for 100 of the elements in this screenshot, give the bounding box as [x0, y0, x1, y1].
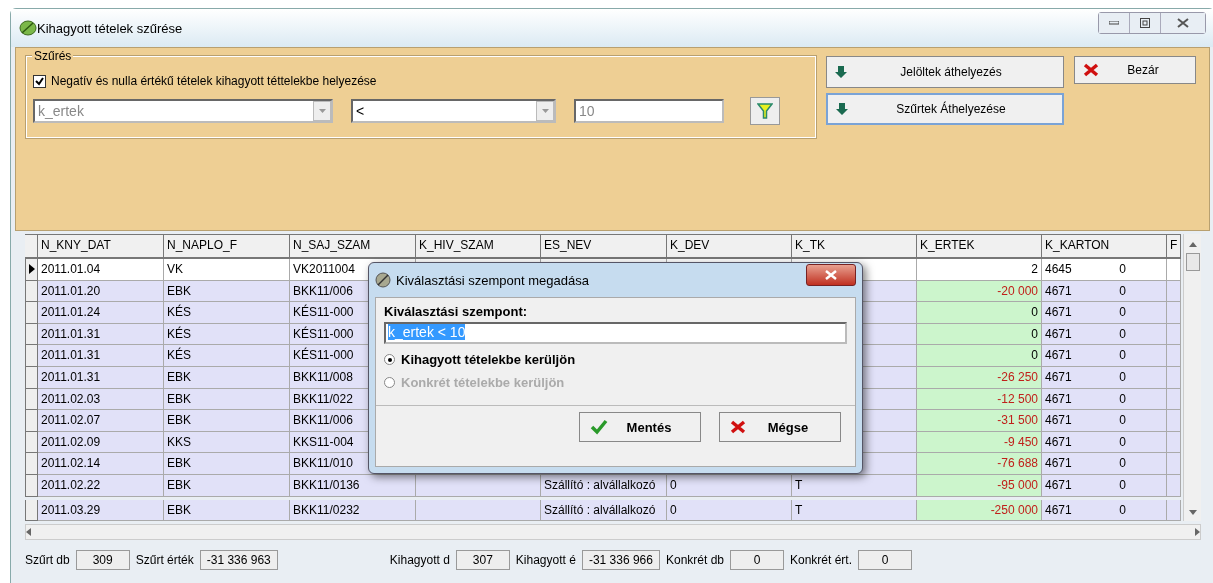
karton-count: 0: [1119, 348, 1126, 363]
table-cell: 2011.01.31: [38, 323, 164, 346]
table-cell: KÉS: [164, 323, 290, 346]
karton-number: 4671: [1045, 413, 1072, 428]
minimize-icon: [1109, 21, 1119, 25]
close-button[interactable]: [1161, 13, 1205, 33]
row-pointer-icon: [28, 264, 35, 275]
karton-number: 4671: [1045, 348, 1072, 363]
move-button[interactable]: Jelöltek áthelyezés: [826, 56, 1064, 88]
scroll-right-icon: [1195, 528, 1200, 537]
column-header[interactable]: K_ERTEK: [917, 234, 1042, 259]
table-cell: 0: [667, 474, 792, 497]
status-label: Kihagyott é: [515, 553, 576, 568]
table-cell: -31 500: [917, 410, 1042, 432]
table-cell: 2011.02.14: [38, 453, 164, 475]
column-header[interactable]: K_TK: [792, 234, 917, 259]
row-indicator-header: [25, 234, 38, 259]
table-cell: EBK: [164, 410, 290, 432]
table-cell: BKK11/0136: [290, 474, 416, 497]
table-cell: EBK: [164, 280, 290, 303]
maximize-button[interactable]: [1130, 13, 1161, 33]
karton-count: 0: [1119, 477, 1126, 493]
karton-number: 4645: [1045, 262, 1072, 277]
close-icon: [1177, 18, 1189, 28]
column-header[interactable]: ES_NEV: [541, 234, 667, 259]
status-label: Szűrt érték: [135, 553, 194, 568]
status-label: Kihagyott d: [389, 553, 450, 568]
down-arrow-icon: [836, 103, 848, 115]
column-header[interactable]: K_KARTON: [1042, 234, 1167, 259]
close-icon: [730, 420, 746, 434]
column-header[interactable]: N_NAPLO_F: [164, 234, 290, 259]
karton-number: 4671: [1045, 477, 1072, 493]
scrollbar-thumb[interactable]: [1185, 253, 1200, 271]
status-label: Szűrt db: [25, 553, 70, 568]
filter-icon: [757, 103, 773, 119]
karton-count: 0: [1119, 326, 1126, 342]
status-label: Konkrét ért.: [790, 553, 853, 568]
karton-number: 4671: [1045, 434, 1072, 450]
table-cell: 2011.01.20: [38, 280, 164, 303]
karton-count: 0: [1119, 262, 1126, 277]
table-cell: T: [792, 499, 917, 522]
close-button[interactable]: [806, 264, 856, 286]
status-value: 0: [858, 550, 913, 571]
table-cell: 2: [917, 259, 1042, 281]
karton-number: 4671: [1045, 456, 1072, 471]
scroll-down-icon: [1188, 510, 1197, 516]
table-cell: 2011.02.22: [38, 474, 164, 497]
leaf-icon: [375, 272, 391, 288]
table-cell: EBK: [164, 453, 290, 475]
table-cell: -95 000: [917, 474, 1042, 497]
table-cell: -12 500: [917, 388, 1042, 411]
table-cell: -250 000: [917, 499, 1042, 522]
table-cell: 2011.01.24: [38, 302, 164, 324]
table-cell: BKK11/0232: [290, 499, 416, 522]
dropdown-arrow-icon: [318, 109, 326, 113]
status-value: 309: [75, 550, 130, 571]
check-icon: [35, 76, 44, 86]
table-cell: 0: [917, 345, 1042, 367]
check-icon: [590, 419, 608, 435]
move-button[interactable]: Szűrtek Áthelyezése: [826, 93, 1064, 125]
karton-number: 4671: [1045, 391, 1072, 407]
table-cell: VK: [164, 259, 290, 281]
table-cell: EBK: [164, 474, 290, 497]
column-header[interactable]: K_HIV_SZAM: [416, 234, 541, 259]
status-value: 0: [730, 550, 784, 571]
karton-number: 4671: [1045, 283, 1072, 299]
column-header[interactable]: N_SAJ_SZAM: [290, 234, 416, 259]
table-cell: 0: [917, 302, 1042, 324]
table-cell: EBK: [164, 366, 290, 389]
karton-count: 0: [1119, 305, 1126, 320]
window-title: Kihagyott tételek szűrése: [37, 20, 183, 36]
close-icon: [825, 270, 837, 280]
status-value: -31 336 963: [199, 550, 278, 571]
table-cell: -20 000: [917, 280, 1042, 303]
save-button[interactable]: Mentés: [579, 412, 701, 442]
table-cell: 2011.02.09: [38, 431, 164, 454]
radio-button[interactable]: [384, 354, 395, 365]
table-cell: EBK: [164, 499, 290, 522]
table-cell: 2011.01.31: [38, 366, 164, 389]
checkbox[interactable]: [33, 74, 46, 88]
dropdown-arrow-icon: [541, 109, 549, 113]
karton-count: 0: [1119, 434, 1126, 450]
vertical-scrollbar[interactable]: [1183, 234, 1201, 522]
column-header[interactable]: F: [1167, 234, 1181, 259]
karton-count: 0: [1119, 283, 1126, 299]
leaf-icon: [19, 20, 37, 36]
cancel-button[interactable]: Mégse: [719, 412, 841, 442]
table-cell: -9 450: [917, 431, 1042, 454]
column-header[interactable]: N_KNY_DAT: [38, 234, 164, 259]
table-cell: 2011.02.07: [38, 410, 164, 432]
table-cell: 0: [917, 323, 1042, 346]
close-button[interactable]: Bezár: [1074, 56, 1196, 84]
karton-number: 4671: [1045, 502, 1072, 518]
operator-dropdown[interactable]: <: [351, 99, 556, 123]
column-header[interactable]: K_DEV: [667, 234, 792, 259]
row-indicator[interactable]: [25, 259, 38, 281]
horizontal-scrollbar[interactable]: [25, 524, 1201, 541]
table-cell: -76 688: [917, 453, 1042, 475]
filter-button[interactable]: [750, 97, 780, 125]
scroll-left-icon: [26, 528, 31, 537]
